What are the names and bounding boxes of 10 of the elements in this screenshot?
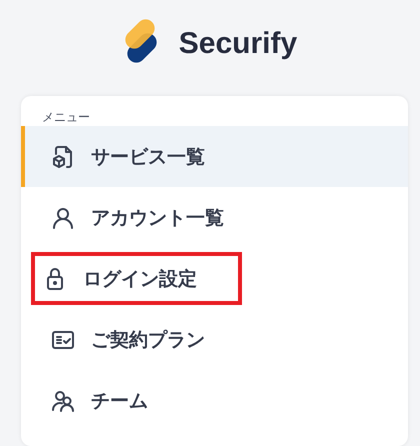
menu-item[interactable]: ご契約プラン <box>21 309 408 370</box>
menu-item[interactable]: ログイン設定 <box>31 252 242 305</box>
menu-item[interactable]: アカウント一覧 <box>21 187 408 248</box>
menu-item[interactable]: チーム <box>21 370 408 431</box>
menu-heading: メニュー <box>41 109 91 126</box>
users-icon <box>51 388 75 412</box>
menu-item[interactable]: サービス一覧 <box>21 126 408 187</box>
app-name: Securify <box>178 27 298 61</box>
user-icon <box>51 206 75 230</box>
box-document-icon <box>51 144 75 168</box>
